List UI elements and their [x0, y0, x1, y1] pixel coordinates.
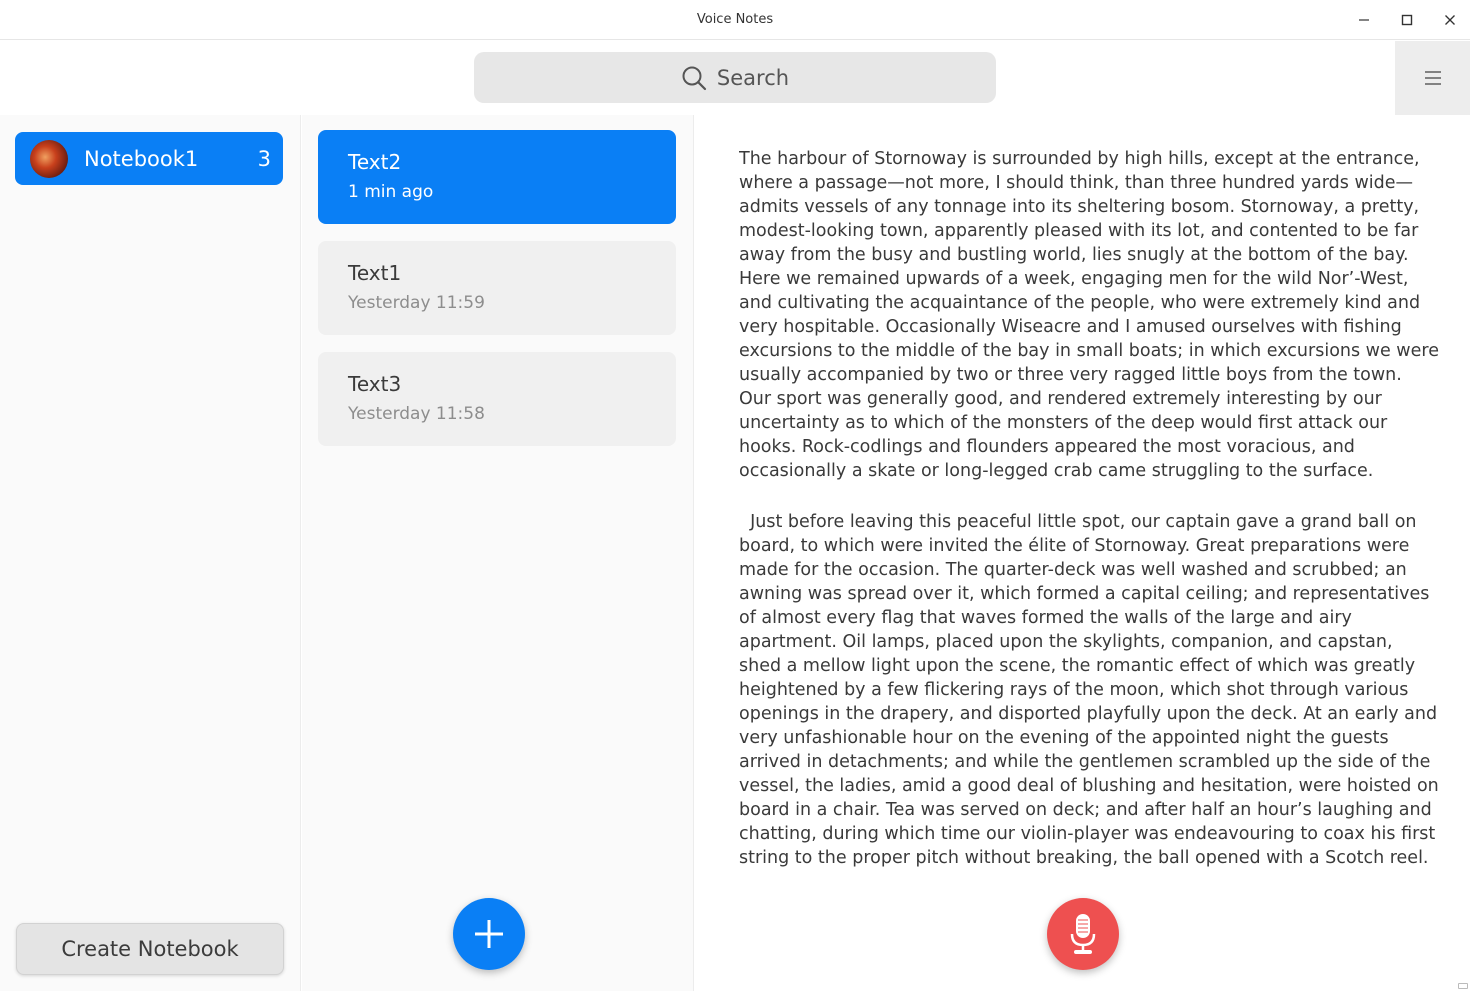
hamburger-menu-icon — [1424, 71, 1441, 85]
note-item-text2[interactable]: Text2 1 min ago — [318, 130, 676, 224]
search-icon — [682, 66, 707, 90]
plus-icon — [475, 920, 503, 948]
maximize-icon — [1401, 14, 1413, 26]
note-item-text3[interactable]: Text3 Yesterday 11:58 — [318, 352, 676, 446]
create-notebook-button[interactable]: Create Notebook — [16, 923, 284, 975]
toolbar: Search — [0, 41, 1470, 115]
title-bar: Voice Notes — [0, 0, 1470, 40]
app-window: Voice Notes Search Notebook1 3 Create No… — [0, 0, 1470, 991]
minimize-icon — [1359, 19, 1369, 21]
add-note-button[interactable] — [453, 898, 525, 970]
note-text-area[interactable]: The harbour of Stornoway is surrounded b… — [739, 147, 1439, 867]
microphone-icon — [1070, 914, 1096, 954]
note-title: Text1 — [348, 261, 402, 285]
notebook-name: Notebook1 — [84, 146, 199, 171]
close-icon — [1445, 15, 1455, 25]
maximize-button[interactable] — [1393, 8, 1421, 32]
note-editor: The harbour of Stornoway is surrounded b… — [695, 115, 1470, 991]
note-timestamp: Yesterday 11:59 — [348, 293, 485, 313]
notebook-note-count: 3 — [257, 146, 271, 171]
notebook-avatar — [30, 139, 68, 178]
note-list: Text2 1 min ago Text1 Yesterday 11:59 Te… — [302, 115, 694, 991]
note-title: Text3 — [348, 372, 402, 396]
note-item-text1[interactable]: Text1 Yesterday 11:59 — [318, 241, 676, 335]
record-button[interactable] — [1047, 898, 1119, 970]
close-button[interactable] — [1436, 8, 1464, 32]
note-paragraph: The harbour of Stornoway is surrounded b… — [739, 149, 1439, 481]
search-placeholder: Search — [716, 65, 790, 90]
window-title: Voice Notes — [696, 12, 774, 27]
notebook-sidebar: Notebook1 3 Create Notebook — [0, 115, 301, 991]
resize-grip[interactable] — [1458, 983, 1468, 989]
note-timestamp: Yesterday 11:58 — [348, 404, 485, 424]
note-title: Text2 — [348, 150, 402, 174]
note-timestamp: 1 min ago — [348, 182, 434, 202]
main-menu-button[interactable] — [1395, 41, 1470, 115]
notebook-item-notebook1[interactable]: Notebook1 3 — [15, 132, 283, 185]
search-input[interactable]: Search — [474, 52, 996, 103]
minimize-button[interactable] — [1350, 8, 1378, 32]
note-paragraph: Just before leaving this peaceful little… — [739, 512, 1439, 867]
